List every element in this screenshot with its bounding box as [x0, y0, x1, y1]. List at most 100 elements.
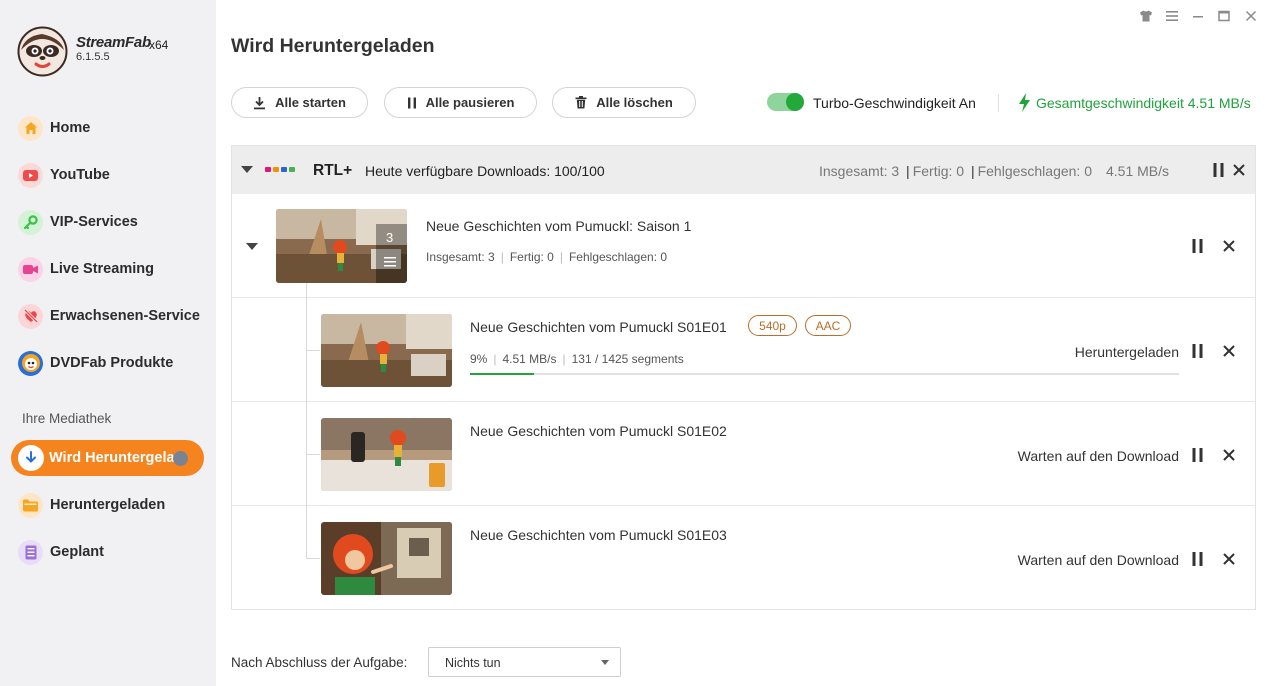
adult-icon	[18, 303, 43, 329]
total-speed-label: Gesamtgeschwindigkeit 4.51 MB/s	[1036, 94, 1251, 111]
start-all-button[interactable]: Alle starten	[231, 87, 368, 118]
minimize-button[interactable]	[1189, 8, 1207, 24]
sidebar-item-dvdfab-products[interactable]: DVDFab Produkte	[0, 345, 216, 381]
season-pause-button[interactable]	[1188, 237, 1206, 255]
app-arch: x64	[149, 38, 169, 52]
episode-title: Neue Geschichten vom Pumuckl S01E03	[470, 527, 727, 543]
sidebar-item-label: Live Streaming	[50, 261, 154, 277]
episode-title: Neue Geschichten vom Pumuckl S01E02	[470, 423, 727, 439]
sidebar-item-label: Geplant	[50, 544, 104, 560]
schedule-icon	[18, 539, 43, 565]
start-all-label: Alle starten	[275, 95, 346, 110]
sloth-logo-icon	[17, 26, 68, 77]
progress-bar	[470, 373, 1179, 375]
youtube-icon	[18, 162, 43, 188]
audio-tag: AAC	[805, 315, 851, 336]
sidebar-item-vip-services[interactable]: VIP-Services	[0, 204, 216, 240]
delete-all-label: Alle löschen	[596, 95, 673, 110]
delete-all-button[interactable]: Alle löschen	[552, 87, 696, 118]
rtl-logo-icon	[265, 167, 295, 172]
group-speed: 4.51 MB/s	[1106, 163, 1170, 179]
video-camera-icon	[18, 256, 43, 282]
season-done: Fertig: 0	[509, 250, 554, 264]
shirt-icon	[1140, 10, 1152, 22]
sidebar-item-downloading[interactable]: Wird Heruntergeladen	[11, 440, 204, 476]
episode-thumbnail	[321, 418, 452, 491]
minimize-icon	[1193, 16, 1203, 18]
sidebar-item-scheduled[interactable]: Geplant	[0, 534, 216, 570]
group-header-rtl: RTL+ Heute verfügbare Downloads: 100/100…	[232, 146, 1255, 194]
group-delete-button[interactable]	[1230, 161, 1248, 179]
episode-pause-button[interactable]	[1188, 342, 1206, 360]
collapse-group-caret-icon[interactable]	[241, 166, 253, 173]
download-icon	[18, 445, 44, 471]
sidebar-item-home[interactable]: Home	[0, 110, 216, 146]
toggle-knob	[786, 93, 804, 111]
after-task-select[interactable]: Nichts tun	[428, 647, 621, 677]
season-thumbnail: 3	[276, 209, 407, 283]
sidebar-item-label: Home	[50, 120, 91, 136]
trash-icon	[575, 96, 587, 109]
close-icon	[1233, 164, 1245, 176]
season-delete-button[interactable]	[1220, 237, 1238, 255]
maximize-button[interactable]	[1215, 8, 1233, 24]
sidebar-item-downloaded[interactable]: Heruntergeladen	[0, 487, 216, 523]
page-title: Wird Heruntergeladen	[231, 35, 435, 57]
season-total: Insgesamt: 3	[426, 250, 495, 264]
close-icon	[1245, 10, 1257, 22]
sidebar-item-live-streaming[interactable]: Live Streaming	[0, 251, 216, 287]
episode-delete-button[interactable]	[1220, 342, 1238, 360]
tree-branch	[306, 454, 320, 455]
tree-branch	[306, 558, 320, 559]
collapse-season-caret-icon[interactable]	[246, 243, 258, 250]
app-name: StreamFab	[76, 34, 151, 51]
pause-icon	[1213, 163, 1223, 177]
segments-count: 131 / 1425 segments	[571, 352, 684, 366]
download-icon	[254, 96, 266, 109]
episode-thumbnail	[321, 314, 452, 387]
dvdfab-icon	[18, 350, 43, 376]
turbo-toggle[interactable]	[767, 93, 804, 111]
sidebar-item-label: Erwachsenen-Services	[50, 308, 200, 324]
sidebar-item-label: Heruntergeladen	[50, 497, 166, 513]
pause-all-label: Alle pausieren	[425, 95, 515, 110]
service-name: RTL+	[313, 162, 353, 179]
sidebar-item-label: YouTube	[50, 167, 110, 183]
episode-delete-button[interactable]	[1220, 550, 1238, 568]
menu-button[interactable]	[1163, 8, 1181, 24]
pause-all-button[interactable]: Alle pausieren	[384, 87, 537, 118]
key-icon	[18, 209, 43, 235]
episode-delete-button[interactable]	[1220, 446, 1238, 464]
episode-pause-button[interactable]	[1188, 550, 1206, 568]
sidebar-item-adult-services[interactable]: Erwachsenen-Services	[0, 298, 216, 334]
home-icon	[18, 115, 43, 141]
skin-button[interactable]	[1137, 8, 1155, 24]
pause-icon	[407, 97, 416, 108]
activity-badge	[173, 451, 188, 466]
maximize-icon	[1218, 10, 1230, 22]
chevron-down-icon	[601, 660, 609, 665]
group-failed: Fehlgeschlagen: 0	[977, 163, 1092, 179]
tree-branch	[306, 350, 320, 351]
episode-title: Neue Geschichten vom Pumuckl S01E01	[470, 319, 727, 335]
after-task-label: Nach Abschluss der Aufgabe:	[231, 655, 408, 670]
season-stats: Insgesamt: 3 | Fertig: 0 | Fehlgeschlagen: 0	[426, 250, 668, 264]
episode-progress-info: 9% | 4.51 MB/s | 131 / 1425 segments	[470, 352, 684, 366]
sidebar-item-label: VIP-Services	[50, 214, 138, 230]
episode-status: Warten auf den Download	[1017, 552, 1179, 568]
group-pause-button[interactable]	[1209, 161, 1227, 179]
toolbar-divider	[998, 94, 999, 112]
close-window-button[interactable]	[1242, 8, 1260, 24]
close-icon	[1223, 449, 1235, 461]
episode-thumbnail	[321, 522, 452, 595]
sidebar-item-label: Wird Heruntergeladen	[49, 450, 177, 466]
after-task-value: Nichts tun	[445, 656, 501, 670]
total-speed: Gesamtgeschwindigkeit 4.51 MB/s	[1018, 93, 1251, 112]
episode-pause-button[interactable]	[1188, 446, 1206, 464]
turbo-label: Turbo-Geschwindigkeit An	[813, 95, 976, 111]
download-speed: 4.51 MB/s	[502, 352, 557, 366]
episode-row-2: Neue Geschichten vom Pumuckl S01E02 Wart…	[232, 401, 1255, 505]
sidebar-item-youtube[interactable]: YouTube	[0, 157, 216, 193]
download-list: RTL+ Heute verfügbare Downloads: 100/100…	[231, 145, 1256, 610]
sidebar: StreamFab x64 6.1.5.5 Home YouTube VIP-S…	[0, 0, 216, 686]
